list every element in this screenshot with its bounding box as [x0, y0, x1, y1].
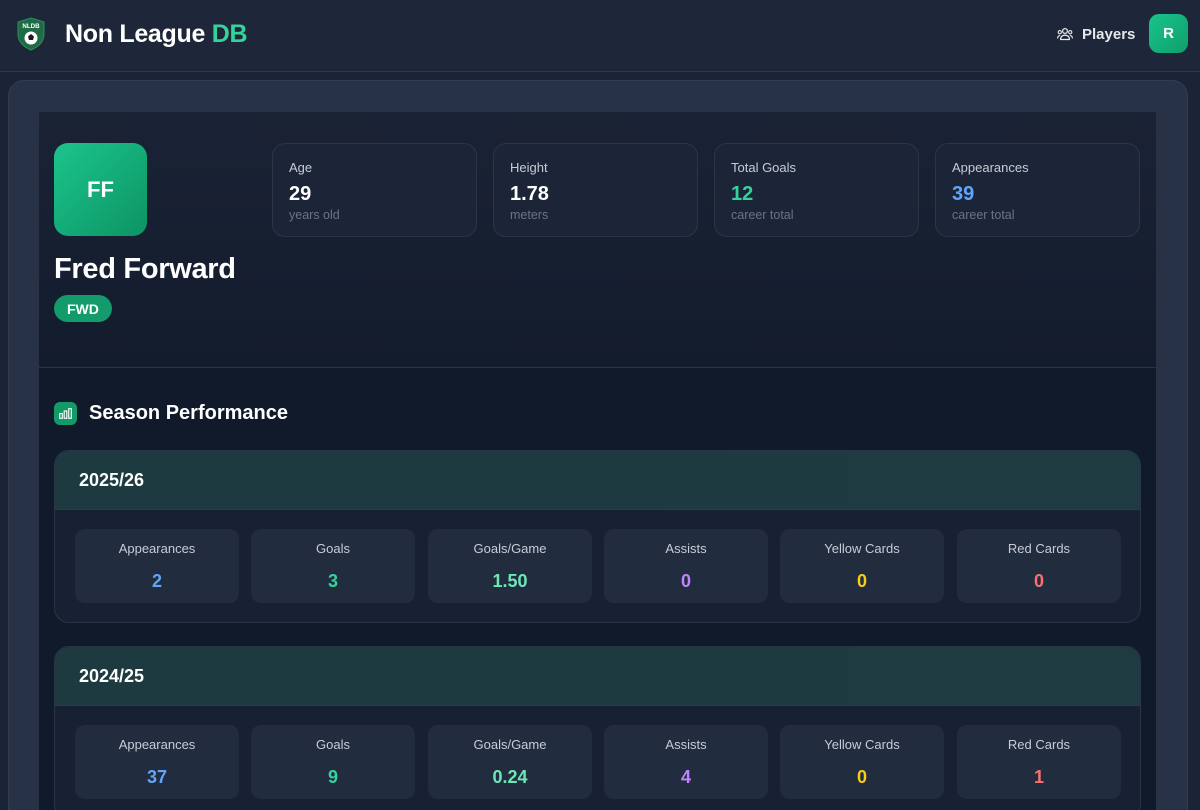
stat-subtext: meters [510, 208, 549, 222]
season-stat-label: Assists [665, 541, 707, 556]
season-stat-label: Appearances [118, 737, 196, 752]
season-stats: Appearances 2 Goals 3 Goals/Game 1.50 As… [75, 529, 1122, 603]
stat-subtext: years old [289, 208, 340, 222]
users-icon [1057, 27, 1073, 41]
brand-main: Non League [65, 20, 206, 48]
section-title: Season Performance [89, 401, 288, 424]
season-stat-assists: Assists 0 [604, 529, 768, 603]
season-stat-value: 3 [327, 571, 338, 591]
season-stat-value: 4 [680, 767, 691, 787]
season-stat-label: Yellow Cards [824, 541, 900, 556]
nav-players-link[interactable]: Players [1057, 24, 1135, 44]
season-card-2025-26: 2025/26 Appearances 2 Goals 3 Goals/Game… [54, 450, 1141, 623]
season-stat-appearances: Appearances 2 [75, 529, 239, 603]
season-stats: Appearances 37 Goals 9 Goals/Game 0.24 A… [75, 725, 1122, 799]
player-content: FF Fred Forward FWD Age 29 years old Hei… [39, 112, 1156, 810]
season-stat-value: 37 [146, 767, 168, 787]
brand-title[interactable]: Non League DB [65, 19, 248, 49]
season-performance-heading: Season Performance [54, 401, 288, 425]
season-stat-yellow-cards: Yellow Cards 0 [780, 725, 944, 799]
season-stat-value: 0.24 [492, 767, 528, 787]
position-badge: FWD [54, 295, 112, 322]
season-stat-label: Appearances [118, 541, 196, 556]
season-stat-label: Red Cards [1007, 737, 1071, 752]
stat-label: Appearances [952, 160, 1029, 175]
season-stat-yellow-cards: Yellow Cards 0 [780, 529, 944, 603]
stat-value: 1.78 [510, 183, 549, 205]
season-stat-value: 9 [327, 767, 338, 787]
season-stat-goals-per-game: Goals/Game 0.24 [428, 725, 592, 799]
season-stat-label: Red Cards [1007, 541, 1071, 556]
stat-value: 29 [289, 183, 312, 205]
season-stat-label: Goals [316, 737, 350, 752]
stat-label: Height [510, 160, 548, 175]
season-stat-label: Assists [665, 737, 707, 752]
nldb-logo-icon[interactable]: NLDB [16, 17, 46, 51]
season-stat-label: Yellow Cards [824, 737, 900, 752]
stat-value: 39 [952, 183, 975, 205]
season-stat-red-cards: Red Cards 1 [957, 725, 1121, 799]
brand-accent: DB [211, 20, 248, 48]
stat-card-appearances: Appearances 39 career total [935, 143, 1140, 237]
player-profile-header: FF Fred Forward FWD Age 29 years old Hei… [39, 112, 1156, 368]
season-stat-value: 1.50 [492, 571, 528, 591]
stat-subtext: career total [952, 208, 1015, 222]
season-card-2024-25: 2024/25 Appearances 37 Goals 9 Goals/Gam… [54, 646, 1141, 810]
user-avatar-button[interactable]: R [1149, 14, 1188, 53]
bar-chart-icon [54, 401, 77, 425]
stat-subtext: career total [731, 208, 794, 222]
season-stat-value: 2 [151, 571, 162, 591]
logo-text: NLDB [22, 23, 40, 30]
season-stat-value: 1 [1033, 767, 1044, 787]
season-label: 2024/25 [55, 647, 1140, 706]
season-stat-value: 0 [680, 571, 691, 591]
stat-label: Total Goals [731, 160, 797, 175]
season-stat-label: Goals [316, 541, 350, 556]
season-stat-goals: Goals 9 [251, 725, 415, 799]
nav-players-label: Players [1082, 25, 1136, 43]
season-stat-label: Goals/Game [473, 737, 547, 752]
stat-card-height: Height 1.78 meters [493, 143, 698, 237]
season-stat-goals-per-game: Goals/Game 1.50 [428, 529, 592, 603]
season-stat-red-cards: Red Cards 0 [957, 529, 1121, 603]
season-label: 2025/26 [55, 451, 1140, 510]
season-stat-value: 0 [856, 767, 867, 787]
season-stat-value: 0 [1033, 571, 1044, 591]
player-name: Fred Forward [54, 253, 236, 285]
stat-card-age: Age 29 years old [272, 143, 477, 237]
season-stat-value: 0 [856, 571, 867, 591]
stat-card-total-goals: Total Goals 12 career total [714, 143, 919, 237]
season-stat-appearances: Appearances 37 [75, 725, 239, 799]
player-avatar: FF [54, 143, 147, 236]
season-stat-goals: Goals 3 [251, 529, 415, 603]
stat-value: 12 [731, 183, 754, 205]
top-navbar: NLDB Non League DB Players R [0, 0, 1200, 72]
stat-label: Age [289, 160, 313, 175]
season-stat-assists: Assists 4 [604, 725, 768, 799]
season-stat-label: Goals/Game [473, 541, 547, 556]
